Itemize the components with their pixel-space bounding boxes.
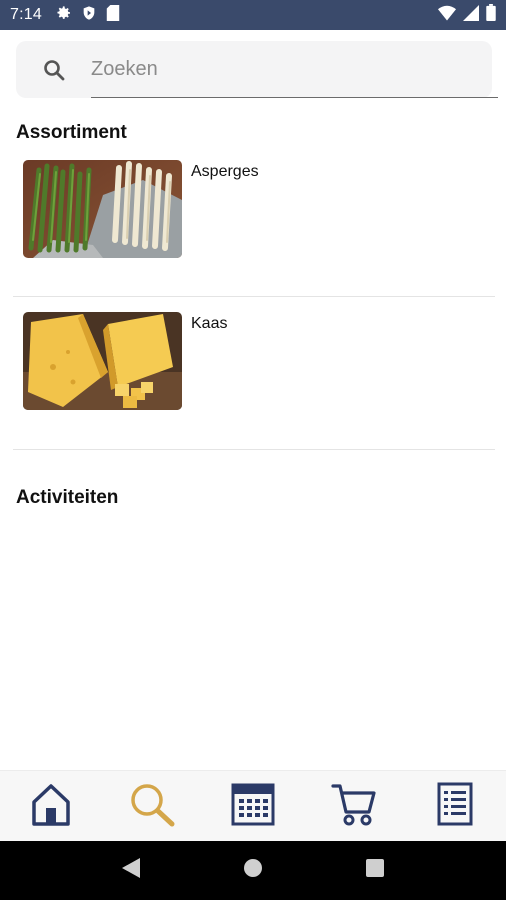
cart-icon bbox=[331, 782, 377, 831]
status-left-icons bbox=[56, 4, 120, 26]
divider bbox=[13, 449, 495, 450]
nav-home-button[interactable] bbox=[21, 776, 81, 836]
shield-icon bbox=[81, 5, 97, 26]
nav-cart-button[interactable] bbox=[324, 776, 384, 836]
back-button[interactable] bbox=[111, 851, 151, 891]
section-title-assortiment: Assortiment bbox=[16, 122, 127, 143]
product-item-asperges[interactable]: Asperges bbox=[13, 160, 495, 270]
cheese-image bbox=[23, 312, 182, 410]
home-circle-icon bbox=[243, 858, 263, 883]
list-icon bbox=[437, 782, 473, 831]
status-right-icons bbox=[438, 4, 496, 26]
battery-icon bbox=[486, 4, 496, 26]
status-time: 7:14 bbox=[10, 6, 42, 23]
search-icon bbox=[128, 781, 176, 832]
system-nav-bar bbox=[0, 841, 506, 900]
recents-icon bbox=[366, 859, 384, 882]
search-icon bbox=[42, 58, 66, 82]
search-input[interactable] bbox=[91, 49, 498, 89]
calendar-icon bbox=[231, 782, 275, 831]
search-bar[interactable] bbox=[16, 41, 498, 98]
product-name: Asperges bbox=[191, 163, 259, 180]
bottom-nav bbox=[0, 770, 506, 841]
nav-search-button[interactable] bbox=[122, 776, 182, 836]
nav-list-button[interactable] bbox=[425, 776, 485, 836]
back-icon bbox=[122, 858, 140, 883]
home-icon bbox=[31, 782, 71, 831]
signal-icon bbox=[463, 4, 479, 26]
divider bbox=[13, 296, 495, 297]
wifi-icon bbox=[438, 5, 456, 26]
product-item-kaas[interactable]: Kaas bbox=[13, 312, 495, 422]
asparagus-image bbox=[23, 160, 182, 258]
search-underline bbox=[91, 97, 498, 98]
sim-card-icon bbox=[106, 4, 120, 26]
gear-icon bbox=[56, 5, 72, 26]
product-name: Kaas bbox=[191, 315, 228, 332]
recents-button[interactable] bbox=[355, 851, 395, 891]
status-bar: 7:14 bbox=[0, 0, 506, 30]
nav-calendar-button[interactable] bbox=[223, 776, 283, 836]
home-button[interactable] bbox=[233, 851, 273, 891]
section-title-activiteiten: Activiteiten bbox=[16, 487, 119, 508]
